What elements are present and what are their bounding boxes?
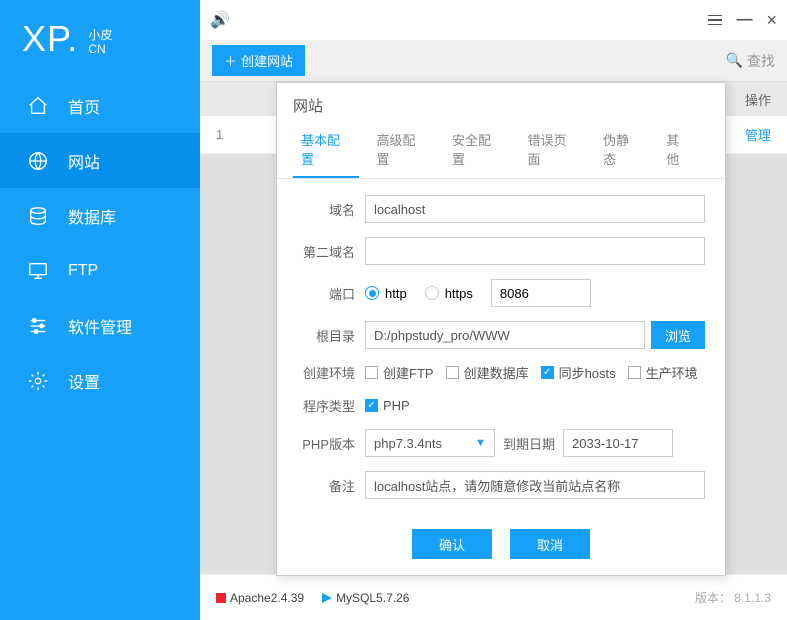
domain2-label: 第二域名 (297, 242, 365, 261)
domain-label: 域名 (297, 200, 365, 219)
note-label: 备注 (297, 476, 365, 495)
checkbox-checked-icon: ✓ (365, 399, 378, 412)
plus-icon: ＋ (224, 51, 237, 70)
cancel-button[interactable]: 取消 (510, 529, 590, 559)
checkbox-icon (365, 366, 378, 379)
tab-error[interactable]: 错误页面 (520, 122, 586, 178)
expire-input[interactable] (563, 429, 673, 457)
th-ops: 操作 (745, 90, 771, 109)
sidebar-item-label: 网站 (68, 149, 100, 173)
port-input[interactable] (491, 279, 591, 307)
sidebar-item-ftp[interactable]: FTP (0, 243, 200, 298)
browse-button[interactable]: 浏览 (651, 321, 705, 349)
speaker-icon: 🔊 (210, 10, 230, 30)
tab-rewrite[interactable]: 伪静态 (595, 122, 648, 178)
search-label: 查找 (747, 51, 775, 71)
menu-icon[interactable] (708, 15, 722, 26)
sidebar-item-settings[interactable]: 设置 (0, 353, 200, 408)
prog-label: 程序类型 (297, 396, 365, 415)
radio-icon (425, 286, 439, 300)
create-label: 创建网站 (241, 51, 293, 70)
dialog-actions: 确认 取消 (277, 517, 725, 575)
checkbox-icon (628, 366, 641, 379)
sidebar: XP. 小皮 CN 首页 网站 数据库 FTP (0, 0, 200, 620)
sidebar-item-label: 首页 (68, 94, 100, 118)
tab-advanced[interactable]: 高级配置 (369, 122, 435, 178)
search-icon: 🔍 (726, 52, 743, 69)
https-radio[interactable]: https (425, 286, 473, 301)
http-radio[interactable]: http (365, 286, 407, 301)
monitor-icon (26, 259, 50, 283)
row-index: 1 (216, 127, 223, 142)
sliders-icon (26, 314, 50, 338)
ftp-checkbox[interactable]: 创建FTP (365, 363, 434, 382)
close-button[interactable]: × (766, 10, 777, 31)
website-dialog: 网站 基本配置 高级配置 安全配置 错误页面 伪静态 其他 域名 第二域名 端口… (276, 82, 726, 576)
sidebar-item-home[interactable]: 首页 (0, 78, 200, 133)
ok-button[interactable]: 确认 (412, 529, 492, 559)
db-checkbox[interactable]: 创建数据库 (446, 363, 529, 382)
gear-icon (26, 369, 50, 393)
https-label: https (445, 286, 473, 301)
logo-text: XP. (22, 18, 78, 60)
sidebar-item-label: 设置 (68, 369, 100, 393)
footer: Apache2.4.39 MySQL5.7.26 版本： 8.1.1.3 (200, 574, 787, 620)
domain-input[interactable] (365, 195, 705, 223)
square-icon (216, 593, 226, 603)
sidebar-item-label: 软件管理 (68, 314, 132, 338)
caret-down-icon: ▼ (475, 437, 486, 449)
mysql-status[interactable]: MySQL5.7.26 (322, 591, 409, 605)
create-website-button[interactable]: ＋ 创建网站 (212, 45, 305, 76)
env-label: 创建环境 (297, 363, 365, 382)
home-icon (26, 94, 50, 118)
mysql-label: MySQL5.7.26 (336, 591, 409, 605)
dialog-title: 网站 (277, 83, 725, 122)
sidebar-item-label: FTP (68, 262, 98, 280)
dialog-form: 域名 第二域名 端口 http https 根目录 浏览 创建环境 (277, 179, 725, 517)
root-input[interactable] (365, 321, 645, 349)
titlebar: 🔊 — × (200, 0, 787, 40)
hosts-checkbox[interactable]: ✓同步hosts (541, 363, 616, 382)
phpver-value: php7.3.4nts (374, 436, 442, 451)
database-icon (26, 204, 50, 228)
toolbar: ＋ 创建网站 🔍 查找 (200, 40, 787, 82)
sidebar-item-software[interactable]: 软件管理 (0, 298, 200, 353)
php-checkbox[interactable]: ✓PHP (365, 398, 410, 413)
sidebar-item-website[interactable]: 网站 (0, 133, 200, 188)
http-label: http (385, 286, 407, 301)
logo-sub2: CN (88, 42, 112, 56)
logo: XP. 小皮 CN (0, 0, 200, 78)
phpver-label: PHP版本 (297, 434, 365, 453)
sidebar-item-database[interactable]: 数据库 (0, 188, 200, 243)
checkbox-icon (446, 366, 459, 379)
globe-icon (26, 149, 50, 173)
checkbox-checked-icon: ✓ (541, 366, 554, 379)
root-label: 根目录 (297, 326, 365, 345)
tab-basic[interactable]: 基本配置 (293, 122, 359, 178)
tab-security[interactable]: 安全配置 (444, 122, 510, 178)
tab-other[interactable]: 其他 (658, 122, 699, 178)
manage-link[interactable]: 管理 (745, 125, 771, 144)
sidebar-item-label: 数据库 (68, 204, 116, 228)
minimize-button[interactable]: — (736, 11, 752, 29)
apache-label: Apache2.4.39 (230, 591, 304, 605)
port-label: 端口 (297, 284, 365, 303)
radio-checked-icon (365, 286, 379, 300)
search-link[interactable]: 🔍 查找 (726, 51, 775, 71)
expire-label: 到期日期 (495, 434, 563, 453)
phpver-select[interactable]: php7.3.4nts ▼ (365, 429, 495, 457)
note-input[interactable] (365, 471, 705, 499)
play-icon (322, 593, 332, 603)
domain2-input[interactable] (365, 237, 705, 265)
version-info: 版本： 8.1.1.3 (695, 589, 771, 606)
logo-sub1: 小皮 (88, 28, 112, 42)
dialog-tabs: 基本配置 高级配置 安全配置 错误页面 伪静态 其他 (277, 122, 725, 179)
prod-checkbox[interactable]: 生产环境 (628, 363, 698, 382)
apache-status[interactable]: Apache2.4.39 (216, 591, 304, 605)
